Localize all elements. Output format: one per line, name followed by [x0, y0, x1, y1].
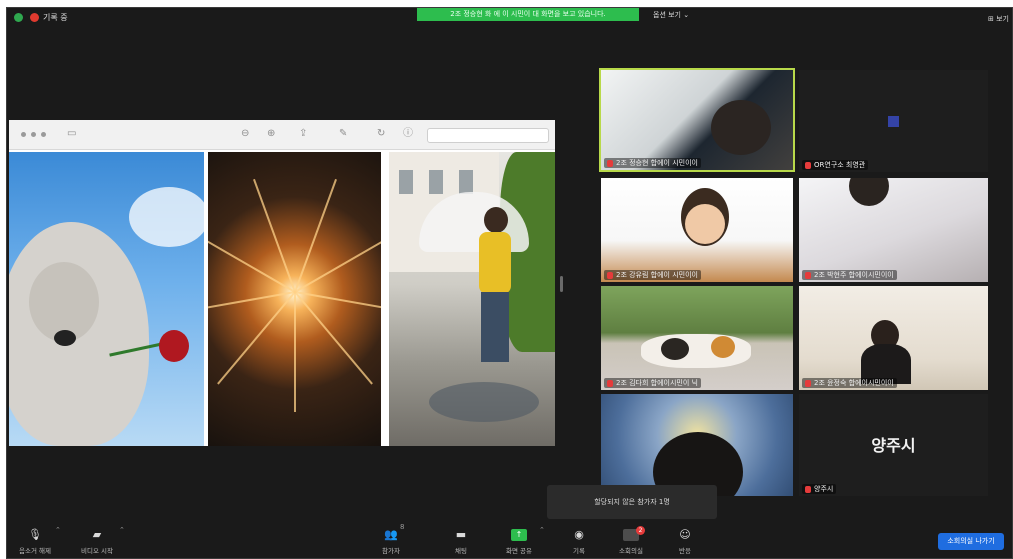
- participant-display-name: 양주시: [871, 436, 916, 455]
- leave-breakout-room-button[interactable]: 소회의실 나가기: [938, 533, 1004, 550]
- rose: [159, 330, 189, 362]
- participants-count: 8: [400, 523, 405, 531]
- spark-ray: [208, 291, 296, 314]
- spark-ray: [294, 291, 373, 385]
- spark-ray: [294, 231, 381, 293]
- breakout-rooms-button[interactable]: 2 소회의실: [609, 526, 653, 555]
- viewing-share-banner: 2조 정승현 화 에 이 시민이 대 화면을 보고 있습니다.: [417, 8, 639, 21]
- dog-nose: [54, 330, 76, 346]
- record-button[interactable]: ◉ 기록: [557, 528, 601, 556]
- sparkler-photo: [208, 152, 381, 446]
- participant-tile[interactable]: 양주시 양주시: [799, 394, 988, 496]
- top-bar: 기록 중 2조 정승현 화 에 이 시민이 대 화면을 보고 있습니다. 옵션 …: [7, 8, 1012, 28]
- building-window: [399, 170, 413, 194]
- rotate-icon: ↻: [377, 128, 386, 139]
- reactions-button[interactable]: ☺ 반응: [663, 528, 707, 556]
- recording-label: 기록 중: [43, 13, 68, 22]
- participants-icon: 👥: [384, 528, 398, 541]
- share-options-caret-icon[interactable]: ⌃: [539, 526, 545, 534]
- participant-tile[interactable]: 2조 박현주 합에이시민이이: [799, 178, 988, 282]
- participant-face: [849, 178, 889, 206]
- share-screen-button[interactable]: ↑ 화면 공유: [497, 529, 541, 555]
- participant-face: [685, 204, 725, 244]
- recording-icon: [30, 13, 39, 22]
- child-raincoat: [479, 232, 511, 294]
- participant-name: 2조 윤정숙 합에이시민이이: [802, 378, 897, 388]
- participants-button[interactable]: 👥 참가자: [369, 528, 413, 556]
- audio-options-caret-icon[interactable]: ⌃: [55, 526, 61, 534]
- participant-name: 양주시: [802, 484, 837, 494]
- reactions-icon: ☺: [679, 528, 691, 541]
- shared-screen: ▭ ⊖ ⊕ ⇪ ✎ ↻ ⓘ: [9, 120, 555, 446]
- cat-patch: [661, 338, 689, 360]
- participant-name: OR연구소 최영관: [802, 160, 869, 170]
- breakout-badge: 2: [636, 526, 645, 535]
- child-in-rain-photo: [389, 152, 555, 446]
- participant-tile[interactable]: 2조 윤정숙 합에이시민이이: [799, 286, 988, 390]
- video-camera-off-icon: ▰: [92, 528, 102, 541]
- zoom-window: 기록 중 2조 정승현 화 에 이 시민이 대 화면을 보고 있습니다. 옵션 …: [6, 7, 1013, 559]
- participant-name: 2조 강유림 합에이 시민이이: [604, 270, 701, 280]
- participant-tile[interactable]: 2조 정승현 합에이 시민이이: [599, 68, 795, 172]
- share-icon: ⇪: [299, 128, 308, 139]
- mic-muted-icon: [805, 380, 811, 387]
- chat-button[interactable]: ▬ 채팅: [439, 528, 483, 556]
- dog-photo: [9, 152, 204, 446]
- sidebar-icon: ▭: [67, 128, 77, 139]
- record-icon: ◉: [574, 528, 584, 541]
- start-video-button[interactable]: ▰ 비디오 시작: [75, 528, 119, 556]
- window-dot-icon: [31, 132, 36, 137]
- participant-face: [711, 100, 771, 155]
- cloud: [129, 187, 204, 247]
- participant-tile[interactable]: [601, 394, 793, 496]
- view-options-button[interactable]: 옵션 보기 ⌄: [653, 10, 689, 20]
- breakout-rooms-icon: 2: [623, 526, 645, 541]
- window-dot-icon: [41, 132, 46, 137]
- participant-name: 2조 박현주 합에이시민이이: [802, 270, 897, 280]
- puddle: [429, 382, 539, 422]
- building-window: [429, 170, 443, 194]
- child-head: [484, 207, 508, 233]
- participant-name: 2조 정승현 합에이 시민이이: [604, 158, 701, 168]
- participant-tile[interactable]: 2조 강유림 합에이 시민이이: [601, 178, 793, 282]
- window-dot-icon: [21, 132, 26, 137]
- chat-bubble-icon: ▬: [455, 528, 467, 541]
- cat-body: [641, 334, 751, 368]
- child-legs: [481, 292, 509, 362]
- spark-ray: [294, 292, 296, 412]
- building-window: [459, 170, 473, 194]
- mic-muted-icon: [607, 272, 613, 279]
- search-field: [427, 128, 549, 143]
- zoom-out-icon: ⊖: [241, 128, 250, 139]
- unassigned-participants-toast[interactable]: 할당되지 않은 참가자 1명: [547, 485, 717, 519]
- spark-ray: [253, 178, 296, 293]
- markup-icon: ✎: [339, 128, 348, 139]
- spark-ray: [294, 178, 337, 293]
- info-icon: ⓘ: [403, 128, 413, 139]
- microphone-muted-icon: 🎙: [28, 528, 42, 541]
- meeting-controls: 🎙 음소거 해제 ⌃ ▰ 비디오 시작 ⌃ 👥 참가자 8 ▬ 채팅 ↑ 화면 …: [7, 520, 1012, 558]
- participants-label: 참가자: [382, 547, 400, 555]
- share-screen-icon: ↑: [511, 529, 527, 541]
- participant-tile[interactable]: OR연구소 최영관: [799, 70, 988, 172]
- spark-ray: [294, 291, 381, 314]
- shared-app-toolbar: ▭ ⊖ ⊕ ⇪ ✎ ↻ ⓘ: [9, 120, 555, 150]
- mic-muted-icon: [805, 162, 811, 169]
- splitter-handle[interactable]: [560, 276, 563, 292]
- cat-patch: [711, 336, 735, 358]
- unmute-button[interactable]: 🎙 음소거 해제: [13, 528, 57, 556]
- zoom-in-icon: ⊕: [267, 128, 276, 139]
- mic-muted-icon: [607, 380, 613, 387]
- gallery-view-button[interactable]: ⊞ 보기: [988, 14, 1009, 24]
- video-options-caret-icon[interactable]: ⌃: [119, 526, 125, 534]
- video-off-square: [888, 116, 899, 127]
- mic-muted-icon: [607, 160, 613, 167]
- spark-ray: [217, 291, 296, 385]
- participant-tile[interactable]: 2조 김다희 합에이시민이 닉: [601, 286, 793, 390]
- mic-muted-icon: [805, 486, 811, 493]
- participant-name: 2조 김다희 합에이시민이 닉: [604, 378, 701, 388]
- mic-muted-icon: [805, 272, 811, 279]
- security-shield-icon[interactable]: [14, 13, 23, 22]
